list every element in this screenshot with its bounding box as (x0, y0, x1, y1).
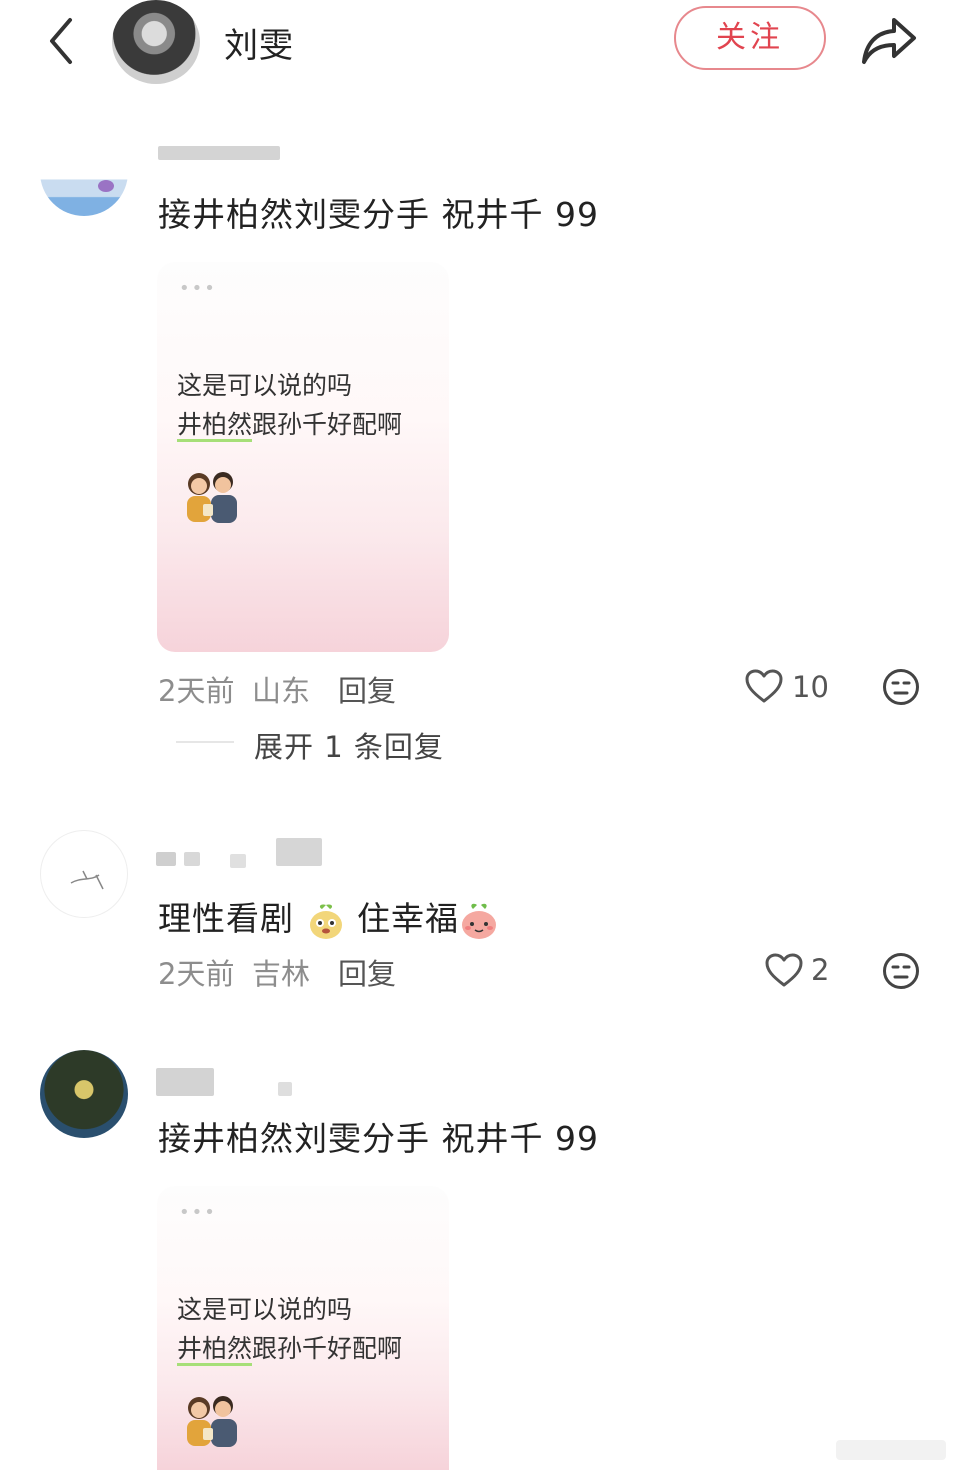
image-text-highlight: 井柏然 (177, 410, 253, 442)
author-name[interactable]: 刘雯 (224, 18, 294, 67)
like-count: 10 (792, 670, 829, 704)
peach-face-emoji-icon (459, 901, 499, 941)
comment-time: 2天前 (158, 957, 235, 991)
follow-button[interactable]: 关注 (674, 6, 826, 70)
couple-emoji-icon (179, 1390, 243, 1450)
image-text-rest: 跟孙千好配啊 (252, 1334, 403, 1363)
comment-text: 接井柏然刘雯分手 祝井千 99 (158, 1119, 599, 1158)
image-text-line1: 这是可以说的吗 (177, 371, 353, 400)
commenter-name-blurred[interactable] (156, 852, 176, 866)
comment-image-card[interactable]: ••• 这是可以说的吗 井柏然跟孙千好配啊 (157, 1186, 449, 1470)
comment-location: 山东 (252, 674, 311, 708)
watermark-blurred (836, 1440, 946, 1460)
commenter-avatar[interactable] (40, 128, 128, 216)
author-avatar[interactable] (112, 0, 200, 84)
commenter-name-blurred[interactable] (158, 146, 280, 160)
comment-image-card[interactable]: ••• 这是可以说的吗 井柏然跟孙千好配啊 (157, 262, 449, 652)
couple-emoji-icon (179, 466, 243, 526)
comment-text-part2: 住幸福 (357, 899, 459, 938)
expand-divider (176, 741, 234, 743)
commenter-avatar[interactable] (40, 1050, 128, 1138)
expand-replies-button[interactable]: 展开 1 条回复 (254, 724, 444, 766)
share-icon[interactable] (858, 12, 920, 68)
commenter-avatar[interactable] (40, 830, 128, 918)
image-text-line2: 井柏然跟孙千好配啊 (177, 1329, 402, 1368)
like-heart-icon[interactable] (764, 952, 804, 988)
commenter-name-blurred[interactable] (230, 854, 246, 868)
reply-button[interactable]: 回复 (338, 668, 396, 710)
neutral-face-icon[interactable] (882, 668, 920, 706)
image-text-highlight: 井柏然 (177, 1334, 253, 1366)
commenter-name-blurred[interactable] (184, 852, 200, 866)
image-text-rest: 跟孙千好配啊 (252, 410, 403, 439)
comment-text: 理性看剧 住幸福 (158, 892, 499, 941)
like-heart-icon[interactable] (744, 668, 784, 704)
image-text-line1: 这是可以说的吗 (177, 1295, 353, 1324)
comment-location: 吉林 (252, 957, 311, 991)
like-count: 2 (811, 953, 830, 987)
commenter-name-blurred[interactable] (156, 1068, 214, 1096)
more-dots-icon: ••• (179, 1202, 217, 1223)
comment-text: 接井柏然刘雯分手 祝井千 99 (158, 195, 599, 234)
sprout-face-emoji-icon (306, 901, 346, 941)
image-text-line2: 井柏然跟孙千好配啊 (177, 405, 402, 444)
commenter-name-blurred[interactable] (278, 1082, 292, 1096)
commenter-name-blurred[interactable] (276, 838, 322, 866)
comment-time: 2天前 (158, 674, 235, 708)
comment-text-part1: 理性看剧 (158, 899, 294, 938)
reply-button[interactable]: 回复 (338, 951, 396, 993)
more-dots-icon: ••• (179, 278, 217, 299)
neutral-face-icon[interactable] (882, 952, 920, 990)
back-chevron-icon[interactable] (42, 16, 82, 66)
